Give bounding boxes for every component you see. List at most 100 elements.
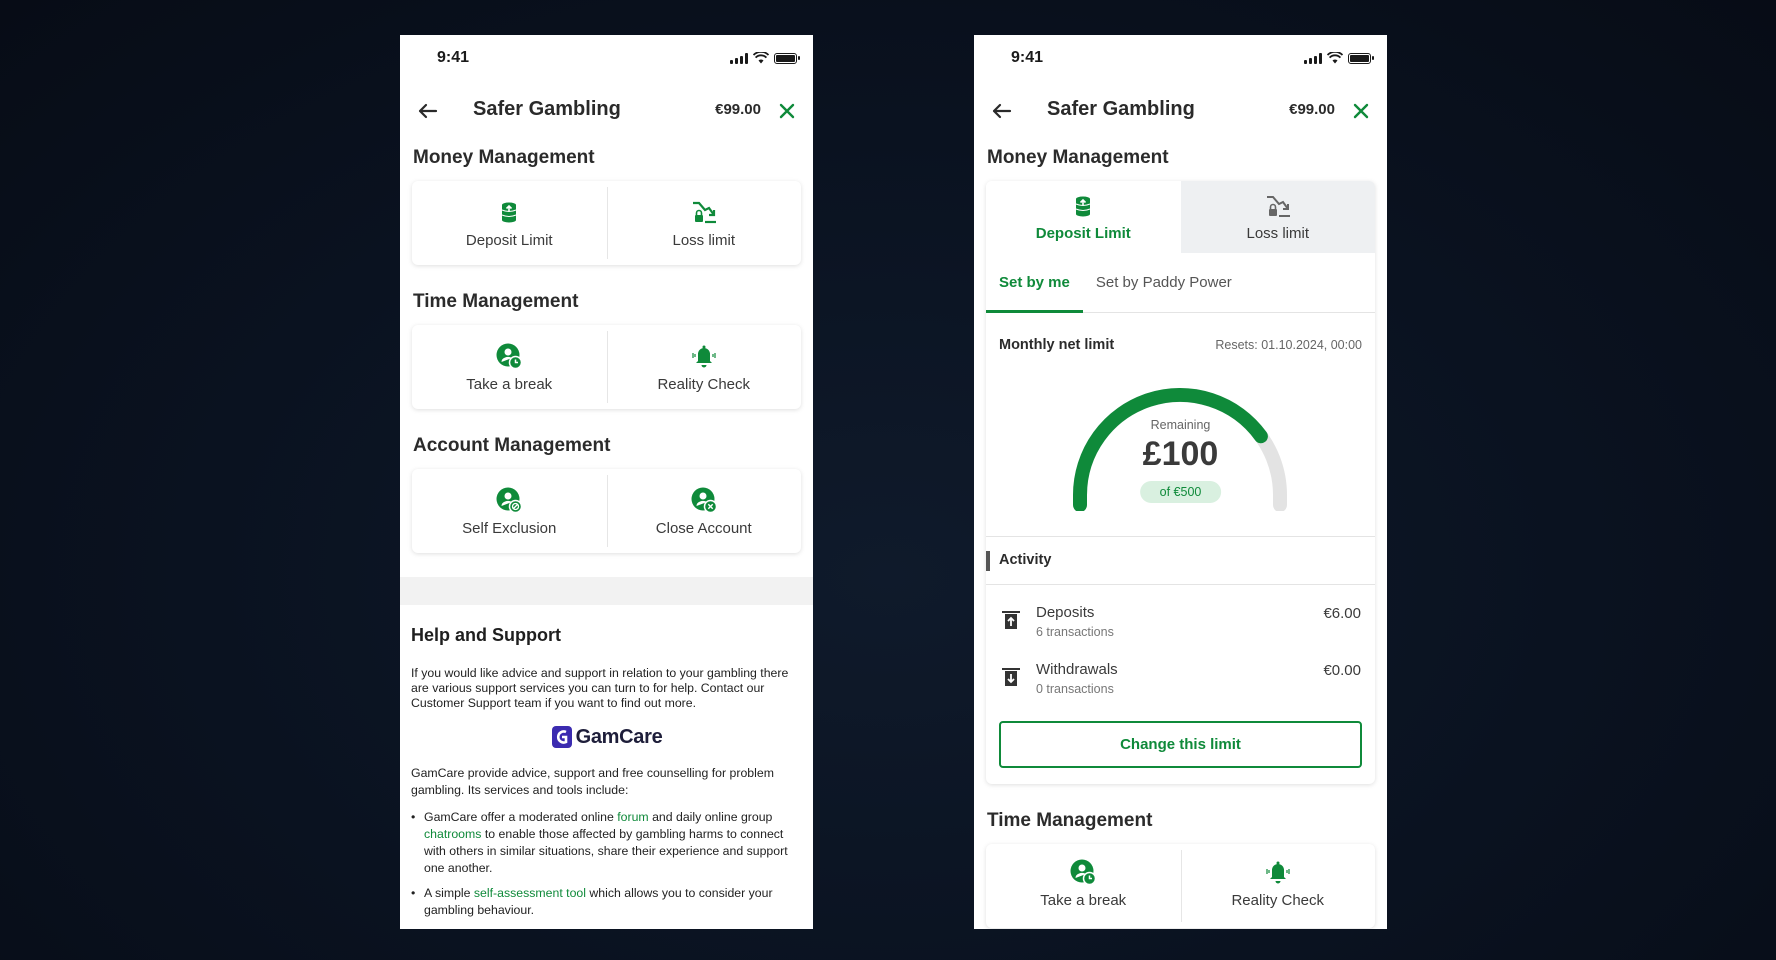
deposit-limit-tile[interactable]: Deposit Limit: [412, 181, 607, 265]
take-a-break-tile[interactable]: Take a break: [986, 844, 1181, 928]
status-bar: 9:41: [400, 35, 813, 83]
change-limit-button[interactable]: Change this limit: [999, 721, 1362, 768]
bullet-text: A simple: [424, 886, 474, 900]
self-assessment-link[interactable]: self-assessment tool: [474, 886, 586, 900]
status-time: 9:41: [437, 49, 470, 66]
take-a-break-tile[interactable]: Take a break: [412, 325, 607, 409]
reality-check-tile[interactable]: Reality Check: [1180, 844, 1376, 928]
wifi-icon: [753, 52, 769, 64]
take-a-break-label: Take a break: [1040, 892, 1127, 909]
app-header: Safer Gambling €99.00: [400, 83, 813, 139]
loss-limit-label: Loss limit: [672, 231, 735, 249]
status-icons: [1304, 52, 1374, 64]
tab-set-by-me[interactable]: Set by me: [986, 253, 1083, 313]
close-icon[interactable]: [773, 97, 801, 125]
page-title: Safer Gambling: [1047, 98, 1195, 120]
phone-screen-right: 9:41 Safer Gambling €99.00 Money Managem…: [974, 35, 1387, 929]
money-management-title: Money Management: [413, 147, 595, 168]
gamcare-logo-text: GamCare: [575, 725, 663, 748]
account-management-card: Self Exclusion Close Account: [412, 469, 801, 553]
time-management-title: Time Management: [413, 291, 579, 312]
signal-icon: [730, 52, 748, 64]
self-exclusion-tile[interactable]: Self Exclusion: [412, 469, 607, 553]
withdrawals-count: 0 transactions: [1036, 682, 1114, 696]
deposits-label: Deposits: [1036, 604, 1095, 621]
back-arrow-icon[interactable]: [414, 97, 442, 125]
bullet-text: and daily online group: [648, 810, 773, 824]
withdrawals-row: Withdrawals 0 transactions €0.00: [986, 646, 1375, 703]
phone-screen-left: 9:41 Safer Gambling €99.00 Money Managem…: [400, 35, 813, 929]
money-management-card: Deposit Limit Loss limit: [412, 181, 801, 265]
gamcare-logo[interactable]: GamCare: [400, 725, 813, 749]
loss-chart-lock-icon: [692, 201, 716, 223]
forum-link[interactable]: forum: [617, 810, 648, 824]
monthly-limit-panel: Monthly net limit Resets: 01.10.2024, 00…: [986, 313, 1375, 537]
tab-set-by-paddy-power[interactable]: Set by Paddy Power: [1083, 253, 1245, 312]
balance-amount: €99.00: [715, 101, 761, 118]
tab-deposit-limit-label: Deposit Limit: [1035, 225, 1131, 242]
close-account-tile[interactable]: Close Account: [606, 469, 802, 553]
remaining-label: Remaining: [1150, 418, 1211, 432]
balance-amount: €99.00: [1289, 101, 1335, 118]
status-icons: [730, 52, 800, 64]
deposits-row: Deposits 6 transactions €6.00: [986, 589, 1375, 646]
help-intro-text: If you would like advice and support in …: [411, 666, 789, 710]
page-title: Safer Gambling: [473, 98, 621, 120]
withdrawals-label: Withdrawals: [1036, 661, 1118, 678]
close-account-label: Close Account: [655, 519, 752, 537]
time-management-card: Take a break Reality Check: [412, 325, 801, 409]
deposits-amount: €6.00: [1323, 605, 1361, 622]
limit-reset-date: Resets: 01.10.2024, 00:00: [1215, 338, 1362, 352]
time-management-title: Time Management: [987, 810, 1153, 831]
app-header: Safer Gambling €99.00: [974, 83, 1387, 139]
help-support-title: Help and Support: [411, 625, 561, 645]
gamcare-g-icon: [551, 726, 572, 748]
money-management-expanded-card: Deposit Limit Loss limit Set by me Set b…: [986, 181, 1375, 784]
user-clock-icon: [496, 343, 523, 369]
self-exclusion-label: Self Exclusion: [462, 519, 557, 537]
back-arrow-icon[interactable]: [988, 97, 1016, 125]
loss-limit-tile[interactable]: Loss limit: [606, 181, 802, 265]
tab-loss-limit-label: Loss limit: [1246, 225, 1309, 242]
withdrawal-arrow-icon: [1002, 668, 1020, 686]
activity-title: Activity: [999, 552, 1052, 568]
signal-icon: [1304, 52, 1322, 64]
time-management-card: Take a break Reality Check: [986, 844, 1375, 928]
status-time: 9:41: [1011, 49, 1044, 66]
activity-accent-bar: [986, 551, 990, 571]
limit-source-tabs: Set by me Set by Paddy Power: [986, 253, 1375, 313]
activity-header: Activity: [986, 537, 1375, 585]
remaining-amount: £100: [1142, 435, 1219, 473]
money-management-title: Money Management: [987, 147, 1169, 168]
user-block-icon: [496, 487, 523, 513]
close-icon[interactable]: [1347, 97, 1375, 125]
user-remove-icon: [691, 487, 717, 513]
limit-total-badge: of €500: [1139, 481, 1222, 503]
battery-icon: [774, 52, 800, 64]
list-item: GamCare offer a moderated online forum a…: [411, 809, 802, 877]
reality-check-tile[interactable]: Reality Check: [606, 325, 802, 409]
deposits-count: 6 transactions: [1036, 625, 1114, 639]
section-divider: [400, 577, 813, 605]
tab-loss-limit[interactable]: Loss limit: [1180, 181, 1375, 253]
reality-check-label: Reality Check: [1231, 892, 1325, 909]
wifi-icon: [1327, 52, 1343, 64]
bullet-text: GamCare offer a moderated online: [424, 810, 618, 824]
withdrawals-amount: €0.00: [1323, 662, 1361, 679]
loss-chart-lock-icon: [1266, 196, 1290, 217]
deposit-limit-label: Deposit Limit: [465, 231, 553, 249]
list-item: A simple self-assessment tool which allo…: [411, 885, 802, 919]
monthly-limit-label: Monthly net limit: [999, 337, 1115, 353]
deposit-coins-icon: [502, 202, 517, 222]
gamcare-services-list: GamCare offer a moderated online forum a…: [400, 809, 813, 919]
take-a-break-label: Take a break: [466, 375, 553, 393]
chatrooms-link[interactable]: chatrooms: [424, 827, 481, 841]
deposit-coins-icon: [1076, 196, 1091, 217]
tab-deposit-limit[interactable]: Deposit Limit: [986, 181, 1181, 253]
bell-ringing-icon: [692, 345, 716, 367]
gamcare-description: GamCare provide advice, support and free…: [411, 766, 774, 797]
money-management-tabs: Deposit Limit Loss limit: [986, 181, 1375, 253]
deposit-arrow-icon: [1002, 611, 1020, 629]
bell-ringing-icon: [1266, 861, 1290, 884]
battery-icon: [1348, 52, 1374, 64]
